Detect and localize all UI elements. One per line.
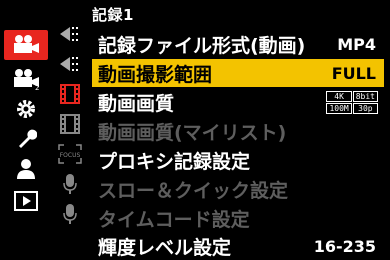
playback-icon bbox=[14, 191, 38, 211]
menu-item-luminance-level[interactable]: 輝度レベル設定 16-235 bbox=[92, 232, 384, 260]
person-icon bbox=[17, 159, 35, 179]
tab-movie-record-2[interactable]: 2 bbox=[4, 64, 48, 94]
badge-resolution: 4K bbox=[326, 90, 352, 102]
menu-item-label: 動画画質(マイリスト) bbox=[98, 121, 287, 144]
menu-item-slow-quick[interactable]: スロー＆クイック設定 bbox=[92, 175, 384, 203]
menu-item-rec-quality-mylist[interactable]: 動画画質(マイリスト) bbox=[92, 117, 384, 145]
svg-text:2: 2 bbox=[35, 84, 39, 90]
menu-item-label: 輝度レベル設定 bbox=[98, 236, 232, 259]
subtab-4[interactable] bbox=[56, 112, 84, 136]
tab-my-menu[interactable] bbox=[4, 154, 48, 184]
menu-item-label: タイムコード設定 bbox=[98, 208, 250, 231]
menu-item-label: 動画撮影範囲 bbox=[98, 63, 213, 86]
menu-item-label: 動画画質 bbox=[98, 92, 175, 115]
film-red-icon bbox=[60, 84, 80, 104]
tab-custom[interactable] bbox=[4, 94, 48, 124]
badge-framerate: 30p bbox=[352, 102, 378, 114]
arrow-left-plus-icon bbox=[60, 27, 78, 41]
menu-item-value: FULL bbox=[331, 63, 376, 83]
quality-badge: 4K 8bit 100M 30p bbox=[326, 90, 384, 114]
main-tab-column: 2 bbox=[0, 0, 50, 260]
wrench-icon bbox=[19, 129, 37, 148]
subtab-3-active[interactable] bbox=[56, 82, 84, 106]
tab-playback[interactable] bbox=[4, 186, 48, 216]
gear-icon bbox=[17, 100, 35, 118]
subtab-6[interactable] bbox=[56, 172, 84, 196]
menu-item-label: スロー＆クイック設定 bbox=[98, 179, 289, 202]
subtab-2[interactable] bbox=[56, 52, 84, 76]
subtab-5[interactable]: FOCUS bbox=[56, 142, 84, 166]
tab-setup[interactable] bbox=[4, 124, 48, 154]
film-icon bbox=[60, 114, 80, 134]
tab-movie-record[interactable] bbox=[4, 30, 48, 60]
arrow-left-plus-2-icon bbox=[60, 57, 78, 71]
menu-item-label: プロキシ記録設定 bbox=[98, 150, 251, 173]
subtab-1[interactable] bbox=[56, 22, 84, 46]
menu-item-time-code[interactable]: タイムコード設定 bbox=[92, 204, 384, 232]
menu-item-value: MP4 bbox=[337, 34, 376, 54]
menu-item-file-format[interactable]: 記録ファイル形式(動画) MP4 bbox=[92, 30, 384, 58]
menu-item-rec-quality[interactable]: 動画画質 4K 8bit 100M 30p bbox=[92, 88, 384, 116]
focus-icon-text: FOCUS bbox=[60, 152, 81, 159]
badge-bitrate: 100M bbox=[326, 102, 352, 114]
microphone-2-icon bbox=[63, 204, 77, 224]
menu-item-label: 記録ファイル形式(動画) bbox=[98, 34, 306, 57]
menu-item-value: 16-235 bbox=[313, 236, 376, 256]
page-title: 記録1 bbox=[92, 6, 134, 24]
subtab-7[interactable] bbox=[56, 202, 84, 226]
movie-camera-2-icon: 2 bbox=[14, 69, 39, 90]
movie-camera-icon bbox=[14, 35, 39, 53]
sub-tab-column: FOCUS bbox=[52, 0, 88, 260]
microphone-icon bbox=[63, 174, 77, 194]
menu-item-recording-area[interactable]: 動画撮影範囲 FULL bbox=[92, 59, 384, 87]
badge-bit-depth: 8bit bbox=[352, 90, 378, 102]
focus-icon: FOCUS bbox=[58, 144, 82, 164]
menu-item-proxy-recording[interactable]: プロキシ記録設定 bbox=[92, 146, 384, 174]
